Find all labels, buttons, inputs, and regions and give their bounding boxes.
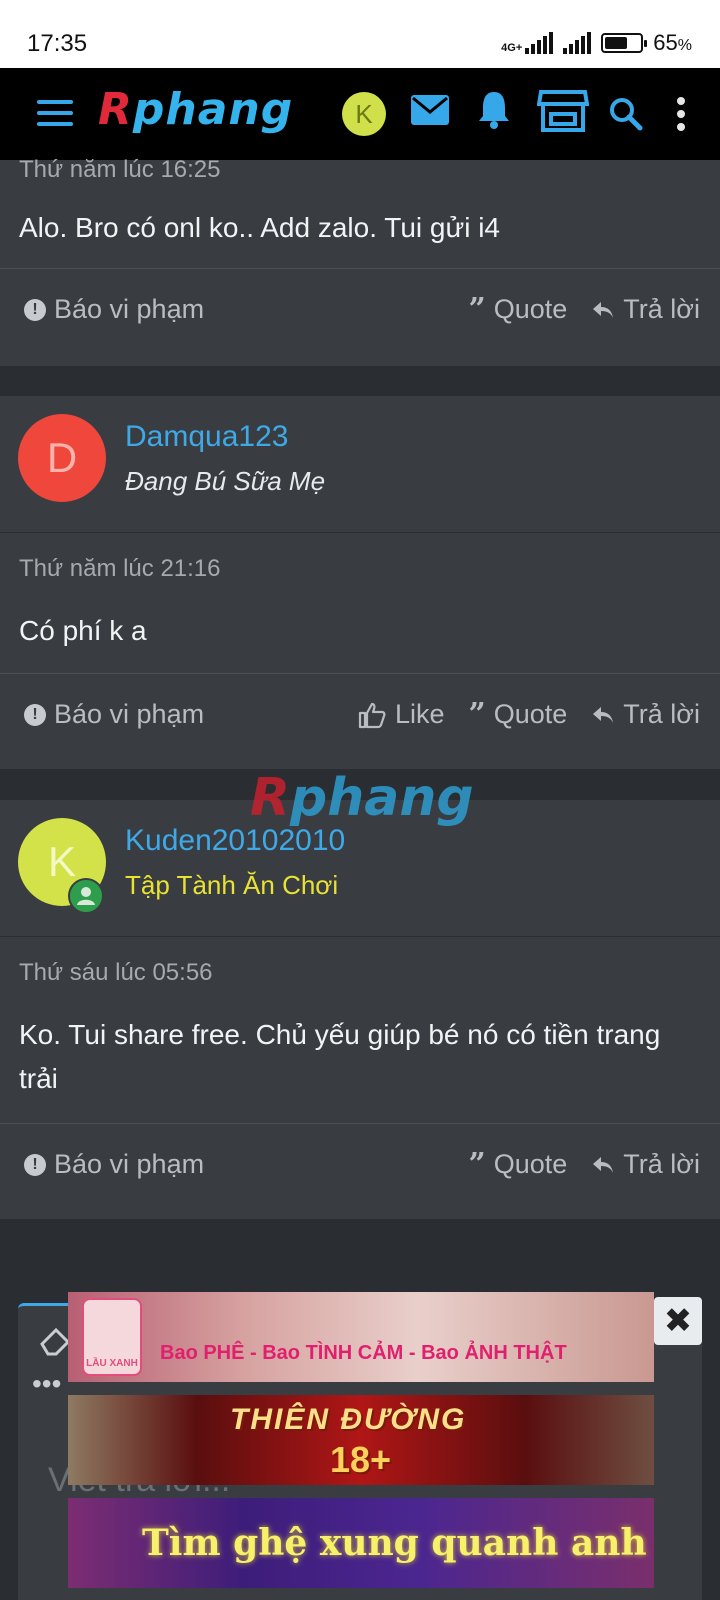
reply-button[interactable]: Trả lời: [591, 294, 700, 325]
divider: [0, 268, 720, 269]
post-card: Thứ năm lúc 16:25 Alo. Bro có onl ko.. A…: [0, 156, 720, 366]
ad-text: Bao PHÊ - Bao TÌNH CẢM - Bao ẢNH THẬT: [160, 1342, 567, 1364]
post-actions: ! Báo vi phạm Like ” Quote Trả lời: [0, 699, 720, 739]
watermark-logo: Rphang: [250, 768, 474, 828]
ad-banner-3[interactable]: Tìm ghệ xung quanh anh: [68, 1498, 654, 1588]
alert-icon: !: [24, 298, 46, 321]
divider: [0, 673, 720, 674]
more-options-icon[interactable]: [675, 96, 687, 132]
ad-text: Tìm ghệ xung quanh anh: [142, 1522, 647, 1564]
post-timestamp: Thứ năm lúc 16:25: [19, 156, 221, 183]
post-card: Thứ năm lúc 21:16 Có phí k a ! Báo vi phạ…: [0, 533, 720, 769]
site-logo[interactable]: Rphang: [98, 84, 293, 135]
quote-icon: ”: [468, 696, 486, 732]
reply-button[interactable]: Trả lời: [591, 699, 700, 730]
cellular-4g-icon: 4G+: [501, 32, 554, 54]
user-avatar[interactable]: K: [342, 92, 386, 136]
author-title: Đang Bú Sữa Mẹ: [125, 466, 326, 496]
reply-icon: [593, 301, 614, 318]
post-message: Ko. Tui share free. Chủ yếu giúp bé nó c…: [19, 1019, 661, 1094]
quote-button[interactable]: ” Quote: [468, 294, 567, 325]
top-navbar: Rphang K: [0, 68, 720, 160]
post-timestamp: Thứ năm lúc 21:16: [19, 555, 221, 582]
quote-button[interactable]: ” Quote: [468, 699, 567, 730]
quote-icon: ”: [468, 1146, 486, 1182]
post-card: Thứ sáu lúc 05:56 Ko. Tui share free. Ch…: [0, 937, 720, 1219]
thumbs-up-icon: [358, 702, 386, 728]
divider: [0, 1123, 720, 1124]
author-name[interactable]: Damqua123: [125, 420, 288, 454]
battery-percent: 65%: [653, 30, 692, 55]
ad-subtitle: 18+: [330, 1439, 392, 1480]
online-status-icon: [68, 878, 104, 914]
eraser-icon[interactable]: [38, 1326, 72, 1356]
report-button[interactable]: ! Báo vi phạm: [24, 294, 204, 325]
report-button[interactable]: ! Báo vi phạm: [24, 1149, 204, 1180]
quote-icon: ”: [468, 291, 486, 327]
post-message: Alo. Bro có onl ko.. Add zalo. Tui gửi i…: [19, 212, 501, 243]
author-avatar[interactable]: D: [18, 414, 106, 502]
battery-icon: [601, 33, 648, 53]
post-actions: ! Báo vi phạm ” Quote Trả lời: [0, 1149, 720, 1189]
ad-banner-2[interactable]: THIÊN ĐƯỜNG 18+: [68, 1395, 654, 1485]
status-icons: 4G+ 65%: [501, 30, 692, 56]
author-title: Tập Tành Ăn Chơi: [125, 870, 339, 900]
ad-title: THIÊN ĐƯỜNG: [230, 1403, 467, 1436]
post-message: Có phí k a: [19, 615, 147, 646]
shop-icon[interactable]: [537, 88, 589, 134]
like-button[interactable]: Like: [357, 699, 444, 730]
post-timestamp: Thứ sáu lúc 05:56: [19, 959, 213, 986]
status-bar: 17:35 4G+ 65%: [0, 0, 720, 68]
search-icon[interactable]: [608, 96, 644, 132]
menu-icon[interactable]: [37, 100, 73, 126]
reply-icon: [593, 1156, 614, 1173]
post-author-header: D Damqua123 Đang Bú Sữa Mẹ: [0, 396, 720, 532]
post-actions: ! Báo vi phạm ” Quote Trả lời: [0, 294, 720, 334]
alert-icon: !: [24, 1153, 46, 1176]
mail-icon[interactable]: [410, 94, 450, 126]
alert-icon: !: [24, 703, 46, 726]
author-name[interactable]: Kuden20102010: [125, 824, 345, 858]
status-time: 17:35: [27, 30, 88, 57]
ad-banner-1[interactable]: LẦU XANH Bao PHÊ - Bao TÌNH CẢM - Bao ẢN…: [68, 1292, 654, 1382]
report-button[interactable]: ! Báo vi phạm: [24, 699, 204, 730]
reply-button[interactable]: Trả lời: [591, 1149, 700, 1180]
quote-button[interactable]: ” Quote: [468, 1149, 567, 1180]
network-type: 4G+: [501, 42, 523, 54]
ad-brand-logo: LẦU XANH: [82, 1298, 142, 1376]
signal-icon: [563, 32, 592, 54]
more-toolbar-icon[interactable]: •••: [32, 1368, 61, 1400]
close-ad-button[interactable]: ✖: [654, 1297, 702, 1345]
bell-icon[interactable]: [477, 90, 511, 130]
reply-icon: [593, 706, 614, 723]
